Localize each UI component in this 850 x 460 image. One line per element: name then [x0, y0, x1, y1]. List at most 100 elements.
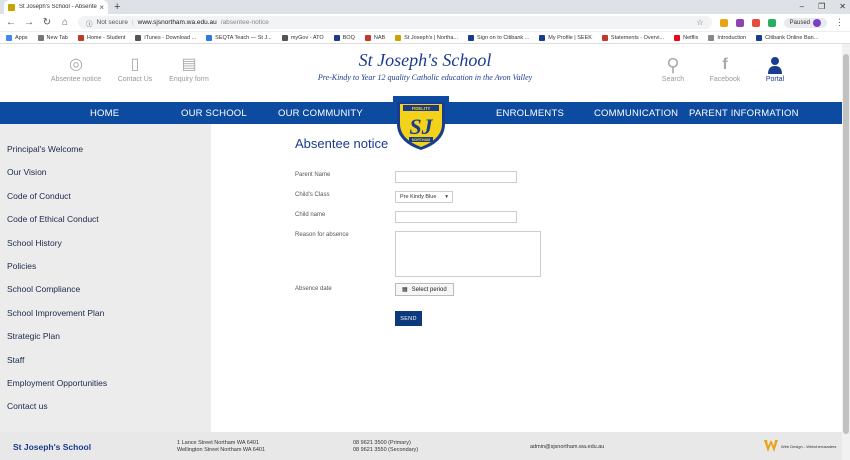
- menu-icon[interactable]: ⋮: [835, 17, 844, 28]
- nav-our-school[interactable]: OUR SCHOOL: [181, 108, 247, 119]
- favicon-icon: [8, 3, 15, 11]
- child-class-select[interactable]: Pre Kindy Blue ▾: [395, 191, 453, 203]
- bookmark-item[interactable]: Citibank Online Ban...: [756, 34, 818, 41]
- profile-button[interactable]: Paused: [783, 17, 827, 28]
- header-link-label: Absentee notice: [50, 76, 102, 83]
- bookmark-item[interactable]: St Joseph's | Northa...: [395, 34, 458, 41]
- url-host: www.sjsnortham.wa.edu.au: [137, 19, 217, 26]
- bookmark-item[interactable]: New Tab: [37, 34, 68, 41]
- header-link-contact[interactable]: ▯ Contact Us: [105, 56, 165, 83]
- info-icon[interactable]: ⓘ: [86, 18, 93, 28]
- sidebar-item[interactable]: Code of Ethical Conduct: [0, 208, 211, 231]
- address-bar-row: ← → ↻ ⌂ ⓘ Not secure | www.sjsnortham.wa…: [0, 14, 850, 32]
- sidebar-item[interactable]: School History: [0, 232, 211, 255]
- bookmark-item[interactable]: iTunes - Download ...: [135, 34, 196, 41]
- bookmark-item[interactable]: Netflix: [674, 34, 699, 41]
- tab-close-icon[interactable]: ×: [99, 3, 104, 12]
- reason-textarea[interactable]: [395, 231, 541, 277]
- nav-communication[interactable]: COMMUNICATION: [594, 108, 678, 119]
- bookmark-favicon-icon: [333, 34, 340, 41]
- parent-name-label: Parent Name: [295, 172, 331, 178]
- sidebar-item[interactable]: Our Vision: [0, 161, 211, 184]
- reload-icon[interactable]: ↻: [42, 17, 52, 28]
- bookmark-favicon-icon: [468, 34, 475, 41]
- forward-icon[interactable]: →: [24, 17, 34, 28]
- back-icon[interactable]: ←: [6, 17, 16, 28]
- nav-home[interactable]: HOME: [90, 108, 119, 119]
- sidebar-item[interactable]: Policies: [0, 255, 211, 278]
- bookmark-star-icon[interactable]: ☆: [696, 18, 703, 27]
- bookmark-item[interactable]: Apps: [6, 34, 28, 41]
- chevron-down-icon: ▾: [445, 194, 448, 200]
- site-footer: St Joseph's School 1 Lance Street Northa…: [0, 432, 842, 460]
- nav-our-community[interactable]: OUR COMMUNITY: [278, 108, 363, 119]
- bookmark-item[interactable]: Sign on to Citibank ...: [468, 34, 529, 41]
- send-button[interactable]: SEND: [395, 311, 422, 326]
- extension-icon[interactable]: [767, 18, 776, 27]
- browser-tab[interactable]: St Joseph's School - Absentee n... ×: [4, 0, 108, 14]
- bookmark-item[interactable]: My Profile | SEEK: [539, 34, 592, 41]
- footer-phone[interactable]: 08 9621 3550 (Secondary): [353, 447, 418, 454]
- bookmark-item[interactable]: SEQTA Teach — St J...: [206, 34, 272, 41]
- header-link-absentee[interactable]: ◎ Absentee notice: [46, 56, 106, 83]
- extension-icon[interactable]: [735, 18, 744, 27]
- search-icon: ⚲: [666, 55, 680, 75]
- extension-icon[interactable]: [719, 18, 728, 27]
- header-link-label: Facebook: [709, 76, 741, 83]
- sidebar-item[interactable]: Employment Opportunities: [0, 372, 211, 395]
- bookmark-favicon-icon: [395, 34, 402, 41]
- extension-icon[interactable]: [751, 18, 760, 27]
- nav-parent-information[interactable]: PARENT INFORMATION: [689, 108, 799, 119]
- bookmark-item[interactable]: Statements - Overvi...: [601, 34, 665, 41]
- school-crest-logo[interactable]: FIDELITY SJ NORTHAM: [393, 96, 449, 152]
- omnibox-divider: |: [131, 19, 134, 26]
- sidebar-item[interactable]: School Improvement Plan: [0, 302, 211, 325]
- child-class-value: Pre Kindy Blue: [400, 194, 437, 200]
- nav-enrolments[interactable]: ENROLMENTS: [496, 108, 564, 119]
- bookmark-item[interactable]: Introduction: [708, 34, 747, 41]
- bookmark-label: Netflix: [683, 34, 699, 41]
- brand[interactable]: St Joseph's School Pre-Kindy to Year 12 …: [300, 50, 550, 82]
- page-content: Principal's Welcome Our Vision Code of Con…: [0, 124, 850, 432]
- header-link-search[interactable]: ⚲ Search: [643, 56, 703, 83]
- footer-credit[interactable]: Web Design - Webcherusaders: [764, 440, 836, 452]
- bookmark-favicon-icon: [364, 34, 371, 41]
- select-period-button[interactable]: ▦ Select period: [395, 283, 454, 296]
- bookmark-label: Statements - Overvi...: [610, 34, 665, 41]
- sidebar-item[interactable]: School Compliance: [0, 278, 211, 301]
- page-scrollbar[interactable]: [842, 44, 850, 460]
- footer-email[interactable]: admin@sjsnortham.wa.edu.au: [530, 444, 604, 451]
- bookmark-item[interactable]: myGov - ATO: [281, 34, 324, 41]
- footer-address: Wellington Street Northam WA 6401: [177, 447, 266, 453]
- url-input[interactable]: ⓘ Not secure | www.sjsnortham.wa.edu.au /…: [78, 16, 712, 29]
- minimize-button[interactable]: –: [800, 0, 804, 14]
- restore-button[interactable]: ❐: [818, 0, 825, 14]
- child-name-input[interactable]: [395, 211, 517, 223]
- bookmark-label: Introduction: [717, 34, 747, 41]
- sidebar-item[interactable]: Staff: [0, 349, 211, 372]
- bookmarks-bar: Apps New Tab Home - Student iTunes - Downlo…: [0, 32, 850, 44]
- sidebar-item[interactable]: Strategic Plan: [0, 325, 211, 348]
- sidebar-item[interactable]: Contact us: [0, 395, 211, 418]
- close-window-button[interactable]: ✕: [839, 0, 846, 14]
- bookmark-label: myGov - ATO: [290, 34, 324, 41]
- footer-phone[interactable]: 08 9621 3500 (Primary): [353, 440, 418, 447]
- scrollbar-thumb[interactable]: [843, 54, 849, 434]
- sidebar-item[interactable]: Code of Conduct: [0, 185, 211, 208]
- home-icon[interactable]: ⌂: [60, 17, 70, 28]
- sidebar: Principal's Welcome Our Vision Code of Con…: [0, 124, 211, 432]
- parent-name-input[interactable]: [395, 171, 517, 183]
- child-name-label: Child name: [295, 212, 326, 218]
- footer-address: 1 Lance Street Northam WA 6401: [177, 440, 260, 446]
- sidebar-item[interactable]: Principal's Welcome: [0, 138, 211, 161]
- tab-title: St Joseph's School - Absentee n...: [19, 4, 97, 10]
- bookmark-item[interactable]: Home - Student: [77, 34, 125, 41]
- new-tab-button[interactable]: +: [114, 0, 120, 14]
- header-link-portal[interactable]: Portal: [745, 56, 805, 83]
- bookmark-item[interactable]: BOQ: [333, 34, 355, 41]
- header-link-enquiry[interactable]: ▤ Enquiry form: [159, 56, 219, 83]
- bookmark-favicon-icon: [539, 34, 546, 41]
- bookmark-label: My Profile | SEEK: [548, 34, 592, 41]
- bookmark-item[interactable]: NAB: [364, 34, 385, 41]
- bookmark-favicon-icon: [601, 34, 608, 41]
